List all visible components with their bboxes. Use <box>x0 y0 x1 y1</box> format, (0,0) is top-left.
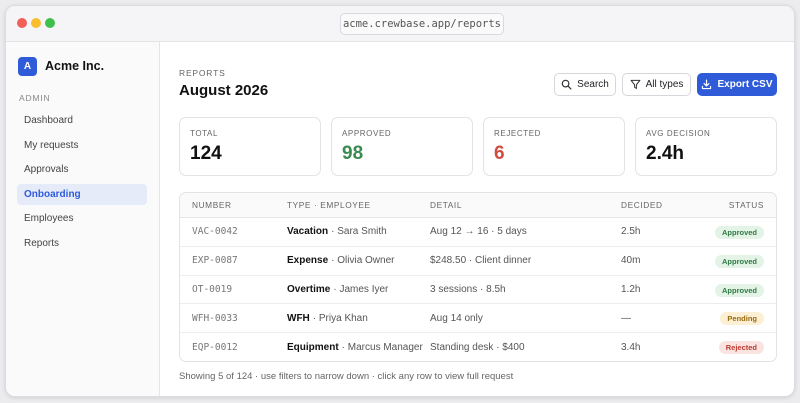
request-type-employee: Expense · Olivia Owner <box>287 247 395 275</box>
status-badge: Approved <box>714 254 764 268</box>
table-row[interactable]: OT-0019 Overtime · James Iyer 3 sessions … <box>180 276 776 305</box>
request-employee: · Marcus Manager <box>341 342 423 354</box>
maximize-window-button[interactable] <box>45 18 55 28</box>
stat-label: TOTAL <box>190 129 219 138</box>
request-type-employee: Overtime · James Iyer <box>287 276 388 304</box>
column-header-detail[interactable]: DETAIL <box>430 193 462 217</box>
download-icon <box>702 79 712 90</box>
request-decided: 2.5h <box>621 226 641 238</box>
stat-card-total: TOTAL 124 <box>179 117 321 176</box>
request-employee: · Olivia Owner <box>331 255 395 267</box>
request-number: OT-0019 <box>192 283 233 295</box>
column-header-number[interactable]: NUMBER <box>192 193 232 217</box>
request-detail: 3 sessions · 8.5h <box>430 283 506 295</box>
table-row[interactable]: WFH-0033 WFH · Priya Khan Aug 14 only — P… <box>180 304 776 334</box>
main-content: REPORTS August 2026 Search All types Exp… <box>161 42 794 396</box>
request-type: Equipment <box>287 342 339 354</box>
request-detail: Aug 12 → 16 · 5 days <box>430 226 527 238</box>
request-employee: · James Iyer <box>333 283 389 295</box>
column-header-decided[interactable]: DECIDED <box>621 193 663 217</box>
request-type: Expense <box>287 255 329 267</box>
sidebar-item-dashboard[interactable]: Dashboard <box>17 110 147 131</box>
status-badge: Rejected <box>718 341 764 355</box>
stat-card-avg-decision: AVG DECISION 2.4h <box>635 117 777 176</box>
table-row[interactable]: EXP-0087 Expense · Olivia Owner $248.50 ·… <box>180 247 776 276</box>
table-footer-note: Showing 5 of 124 · use filters to narrow… <box>179 371 514 382</box>
table-row[interactable]: VAC-0042 Vacation · Sara Smith Aug 12 → 1… <box>180 218 776 247</box>
stat-value: 98 <box>342 143 364 164</box>
table-header: NUMBER TYPE · EMPLOYEE DETAIL DECIDED ST… <box>180 193 776 218</box>
minimize-window-button[interactable] <box>31 18 41 28</box>
requests-table: NUMBER TYPE · EMPLOYEE DETAIL DECIDED ST… <box>179 192 777 362</box>
request-type: Vacation <box>287 226 329 238</box>
sidebar-item-my-requests[interactable]: My requests <box>17 135 147 156</box>
request-employee: · Sara Smith <box>331 226 387 238</box>
request-decided: 1.2h <box>621 283 641 295</box>
request-employee: · Priya Khan <box>312 312 368 324</box>
brand-logo: A <box>18 56 37 76</box>
filter-icon <box>630 79 640 89</box>
request-number: VAC-0042 <box>192 226 238 238</box>
export-csv-button[interactable]: Export CSV <box>697 73 777 96</box>
sidebar: A Acme Inc. ADMIN Dashboard My requests … <box>6 42 160 396</box>
stat-label: REJECTED <box>494 129 542 138</box>
request-decided: — <box>621 312 631 324</box>
page-title: August 2026 <box>179 82 269 99</box>
title-bar: acme.crewbase.app/reports <box>6 6 794 42</box>
stat-label: APPROVED <box>342 129 392 138</box>
stat-value: 6 <box>494 143 505 164</box>
request-decided: 40m <box>621 255 641 267</box>
sidebar-item-employees[interactable]: Employees <box>17 208 147 229</box>
stat-card-approved: APPROVED 98 <box>331 117 473 176</box>
request-type-employee: WFH · Priya Khan <box>287 304 368 332</box>
column-header-status[interactable]: STATUS <box>729 193 764 217</box>
request-type-employee: Vacation · Sara Smith <box>287 218 387 246</box>
status-badge: Approved <box>714 283 764 297</box>
request-type-employee: Equipment · Marcus Manager <box>287 333 423 361</box>
brand-name: Acme Inc. <box>45 59 105 73</box>
browser-window: acme.crewbase.app/reports A Acme Inc. AD… <box>5 5 795 397</box>
sidebar-nav: Dashboard My requests Approvals Onboardi… <box>17 110 147 258</box>
status-badge: Pending <box>720 312 764 326</box>
search-button-label: Search <box>577 79 609 90</box>
export-csv-label: Export CSV <box>717 79 773 90</box>
request-number: EXP-0087 <box>192 255 238 267</box>
stat-card-rejected: REJECTED 6 <box>483 117 625 176</box>
request-number: EQP-0012 <box>192 342 238 354</box>
request-decided: 3.4h <box>621 342 641 354</box>
request-type: WFH <box>287 312 310 324</box>
search-icon <box>561 79 572 90</box>
sidebar-item-onboarding[interactable]: Onboarding <box>17 183 147 205</box>
request-type: Overtime <box>287 283 331 295</box>
type-filter-label: All types <box>645 79 684 90</box>
sidebar-section-label: ADMIN <box>19 93 51 103</box>
sidebar-item-approvals[interactable]: Approvals <box>17 159 147 180</box>
brand[interactable]: A Acme Inc. <box>18 56 104 76</box>
request-number: WFH-0033 <box>192 312 238 324</box>
table-row[interactable]: EQP-0012 Equipment · Marcus Manager Stand… <box>180 333 776 361</box>
page-eyebrow: REPORTS <box>179 68 226 78</box>
type-filter-button[interactable]: All types <box>622 73 691 96</box>
request-detail: Aug 14 only <box>430 312 483 324</box>
request-detail: Standing desk · $400 <box>430 342 525 354</box>
close-window-button[interactable] <box>17 18 27 28</box>
search-button[interactable]: Search <box>554 73 616 96</box>
stat-value: 2.4h <box>646 143 685 164</box>
stat-label: AVG DECISION <box>646 129 711 138</box>
address-bar[interactable]: acme.crewbase.app/reports <box>340 13 504 35</box>
status-badge: Approved <box>714 226 764 239</box>
column-header-type-employee[interactable]: TYPE · EMPLOYEE <box>287 193 371 217</box>
sidebar-item-reports[interactable]: Reports <box>17 233 147 254</box>
stat-value: 124 <box>190 143 222 164</box>
request-detail: $248.50 · Client dinner <box>430 255 532 267</box>
